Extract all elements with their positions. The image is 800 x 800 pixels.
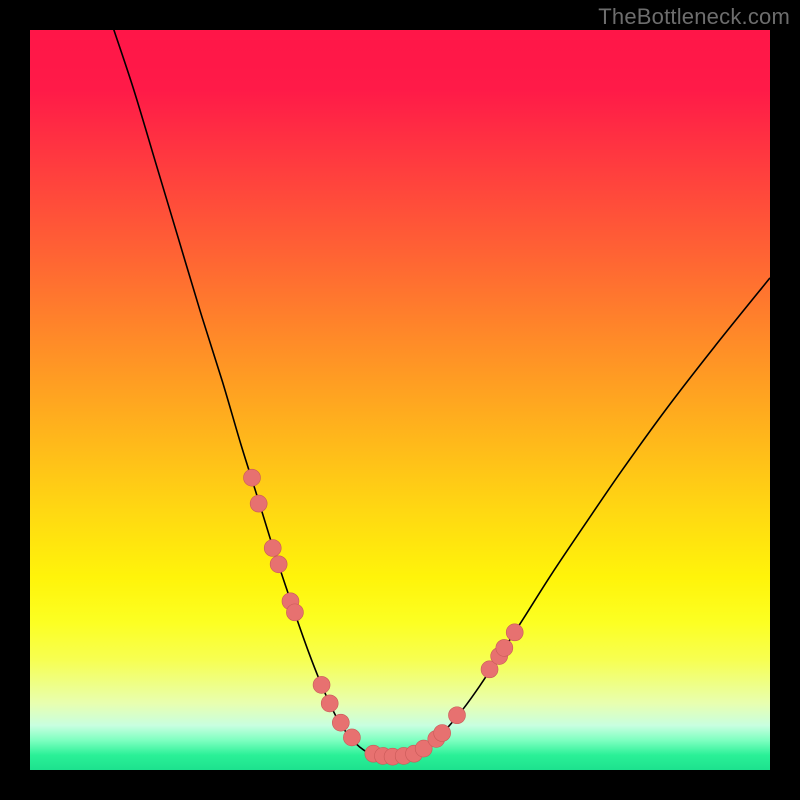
data-point	[448, 707, 465, 724]
data-point	[506, 624, 523, 641]
chart-svg	[30, 30, 770, 770]
data-point	[270, 556, 287, 573]
data-point	[264, 540, 281, 557]
data-point	[496, 639, 513, 656]
curve-path	[111, 30, 770, 757]
data-point	[313, 676, 330, 693]
data-point	[244, 469, 261, 486]
scatter-group	[244, 469, 524, 765]
data-point	[434, 725, 451, 742]
data-point	[332, 714, 349, 731]
data-point	[286, 604, 303, 621]
plot-area	[30, 30, 770, 770]
data-point	[250, 495, 267, 512]
outer-frame: TheBottleneck.com	[0, 0, 800, 800]
watermark-text: TheBottleneck.com	[598, 4, 790, 30]
data-point	[343, 729, 360, 746]
data-point	[321, 695, 338, 712]
